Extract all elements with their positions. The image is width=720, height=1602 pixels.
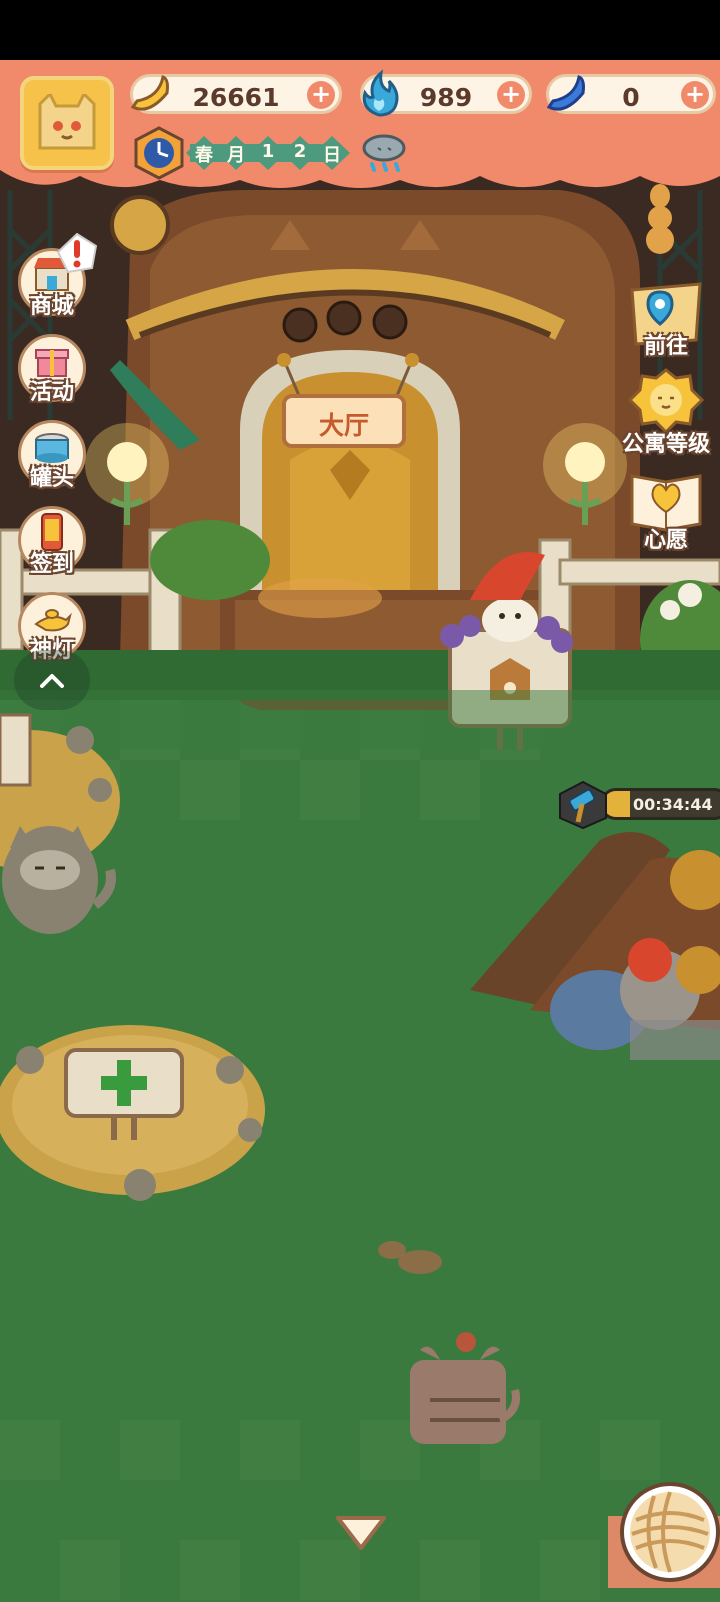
season-chip: 春 xyxy=(186,136,222,170)
collapse-menu-button[interactable] xyxy=(14,650,90,710)
checkin-button[interactable]: 签到 xyxy=(14,502,90,578)
event-label: 活动 xyxy=(29,380,74,405)
gem-counter: 0 + xyxy=(546,74,716,114)
blue-flame-icon xyxy=(362,69,399,117)
clock-icon[interactable] xyxy=(132,126,186,180)
banana-counter: 26661 + xyxy=(130,74,342,114)
banana-count: 26661 xyxy=(192,83,280,112)
hall-sign-label: 大厅 xyxy=(318,411,369,440)
wish-label[interactable]: 心愿 xyxy=(626,522,706,554)
player-avatar[interactable] xyxy=(20,76,114,170)
hammer-icon xyxy=(559,780,607,830)
timer-bar: 00:34:44 xyxy=(600,788,720,820)
status-bar xyxy=(0,0,720,60)
blue-banana-icon xyxy=(546,75,585,111)
cat-face-icon xyxy=(38,94,96,150)
calendar-row: 春 月 1 2 日 xyxy=(132,126,422,180)
goto-label[interactable]: 前往 xyxy=(626,328,706,360)
alert-badge-icon xyxy=(56,232,98,274)
flame-count: 989 xyxy=(419,83,473,112)
flame-counter: 989 + xyxy=(360,69,532,117)
rain-cloud-icon[interactable] xyxy=(360,130,408,178)
chevron-up-icon xyxy=(40,674,64,688)
day-ones-chip: 2 xyxy=(282,136,318,170)
add-gem-button[interactable]: + xyxy=(681,81,709,109)
hall-sign[interactable]: 大厅 xyxy=(282,394,406,448)
banana-icon xyxy=(130,75,169,111)
event-button[interactable]: 活动 xyxy=(14,330,90,406)
add-banana-button[interactable]: + xyxy=(307,81,335,109)
build-timer[interactable]: 00:34:44 xyxy=(556,780,720,830)
can-label: 罐头 xyxy=(29,466,74,491)
yarn-ball-button[interactable] xyxy=(608,1476,720,1588)
apartment-level-label[interactable]: 公寓等级 xyxy=(612,426,720,458)
can-button[interactable]: 罐头 xyxy=(14,416,90,492)
expand-down-button[interactable] xyxy=(334,1512,388,1554)
month-chip: 月 xyxy=(218,136,254,170)
day-tens-chip: 1 xyxy=(250,136,286,170)
shop-label: 商城 xyxy=(29,294,74,319)
add-flame-button[interactable]: + xyxy=(497,81,525,109)
gem-count: 0 xyxy=(622,83,640,112)
timer-text: 00:34:44 xyxy=(633,795,713,814)
day-label-chip: 日 xyxy=(314,136,350,170)
checkin-label: 签到 xyxy=(29,552,74,577)
